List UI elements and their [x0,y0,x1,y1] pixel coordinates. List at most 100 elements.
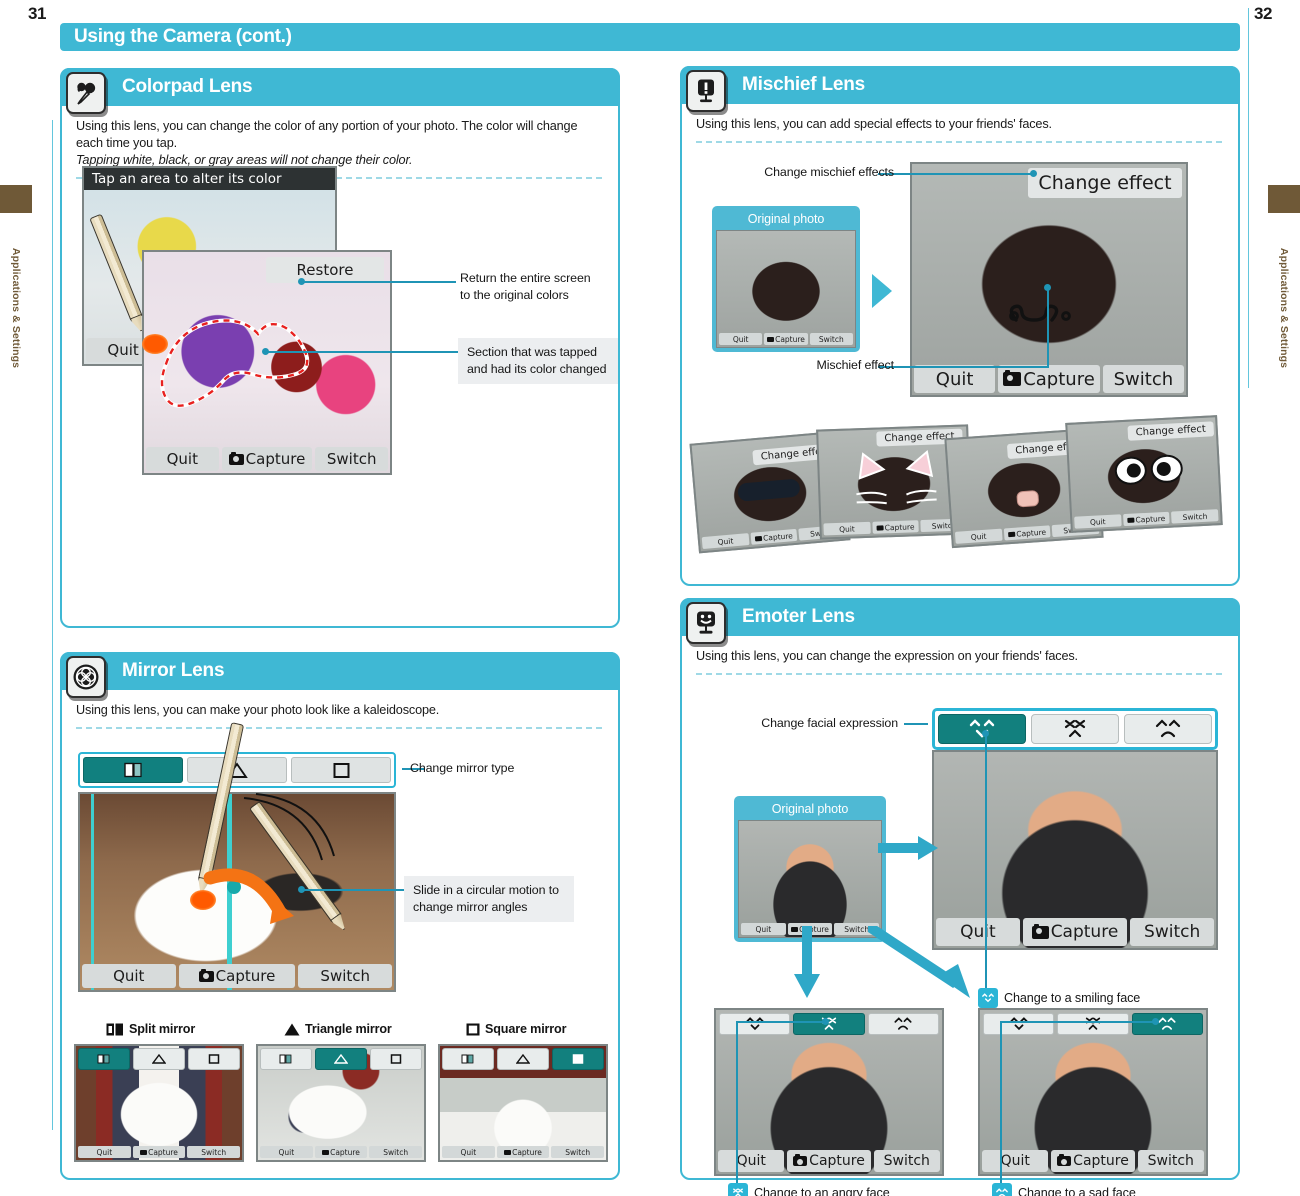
expression-angry-button[interactable] [793,1013,865,1035]
side-tab-label-left: Applications & Settings [10,247,22,369]
switch-button[interactable]: Switch [187,1146,241,1158]
quit-button[interactable]: Quit [741,923,786,935]
mirror-sample-type-bar[interactable] [78,1048,240,1070]
section-callout-text: Section that was tapped and had its colo… [458,338,618,384]
mirror-type-split-button[interactable] [442,1048,494,1070]
mirror-type-triangle-button[interactable] [497,1048,549,1070]
capture-button[interactable]: Capture [314,1146,368,1158]
quit-button[interactable]: Quit [1074,514,1122,529]
capture-button[interactable]: Capture [1003,525,1051,541]
mischief-description: Using this lens, you can add special eff… [696,117,1052,131]
split-mirror-icon [106,1023,123,1035]
quit-button[interactable]: Quit [260,1146,313,1158]
change-effect-button[interactable]: Change effect [1028,168,1182,198]
capture-button[interactable]: Capture [750,528,798,545]
capture-button[interactable]: Capture [1122,511,1170,527]
expression-smiling-button[interactable] [983,1013,1055,1035]
emoter-expression-selector[interactable] [932,708,1218,750]
switch-button[interactable]: Switch [369,1146,423,1158]
switch-button[interactable]: Switch [315,447,388,471]
capture-button[interactable]: Capture [787,1150,871,1172]
quit-button[interactable]: Quit [914,365,996,393]
emoter-expression-selector-angry[interactable] [719,1013,939,1035]
mirror-type-square-button[interactable] [291,757,391,783]
restore-button[interactable]: Restore [266,257,384,283]
pig-nose-effect-icon [1016,490,1040,508]
colorpad-edited-screen: Restore Quit Capture Switch [142,250,392,475]
quit-button[interactable]: Quit [718,1150,785,1172]
capture-button[interactable]: Capture [496,1146,550,1158]
expression-sad-button[interactable] [1131,1013,1203,1035]
switch-button[interactable]: Switch [298,964,392,988]
girl-photo-original [717,231,855,347]
expression-angry-button[interactable] [1057,1013,1129,1035]
mirror-sample-screen-square: Quit Capture Switch [438,1044,608,1162]
sad-callout-hline [1000,1021,1156,1023]
expression-smiling-button[interactable] [938,714,1026,744]
sad-face-icon [992,1183,1012,1196]
switch-button[interactable]: Switch [1137,1150,1205,1172]
camera-icon [322,1149,330,1155]
capture-button[interactable]: Capture [132,1146,186,1158]
quit-button[interactable]: Quit [442,1146,495,1158]
mischief-original-screen: Quit Capture Switch [716,230,856,348]
mirror-type-square-button[interactable] [552,1048,604,1070]
expression-angry-button[interactable] [1031,714,1119,744]
emoter-result-screen-angry: Quit Capture Switch [714,1008,944,1176]
mirror-type-triangle-button[interactable] [315,1048,367,1070]
capture-button[interactable]: Capture [764,333,808,345]
capture-button[interactable]: Capture [1022,918,1128,946]
capture-button[interactable]: Capture [998,365,1100,393]
mischief-effect-callout-vline [1047,288,1049,368]
mischief-divider [696,141,1222,144]
capture-button[interactable]: Capture [1051,1150,1135,1172]
mirror-sample-type-bar[interactable] [442,1048,604,1070]
quit-button[interactable]: Quit [701,533,750,550]
quit-button[interactable]: Quit [78,1146,131,1158]
quit-button[interactable]: Quit [146,447,219,471]
emoter-expression-selector-sad[interactable] [983,1013,1203,1035]
expression-sad-button[interactable] [867,1013,939,1035]
column-rule-left [52,120,53,1130]
capture-button[interactable]: Capture [872,520,920,534]
switch-button[interactable]: Switch [551,1146,605,1158]
switch-button[interactable]: Switch [873,1150,941,1172]
mirror-slide-callout-line [304,889,404,891]
camera-icon [767,336,775,342]
change-effect-callout-text: Change mischief effects [764,165,894,179]
switch-button[interactable]: Switch [1102,365,1184,393]
mirror-sample-type-bar[interactable] [260,1048,422,1070]
emoter-original-panel: Original photo Quit Capture Switch [734,796,886,942]
switch-button[interactable]: Switch [1130,918,1214,946]
emoter-divider [696,673,1222,676]
mischief-lens-header: Mischief Lens [680,66,1240,112]
rotate-guide-arcs [243,793,335,861]
expression-sad-button[interactable] [1124,714,1212,744]
mirror-type-split-button[interactable] [260,1048,312,1070]
section-callout-line [268,351,458,353]
mischief-original-buttons: Quit Capture Switch [717,333,855,347]
quit-button[interactable]: Quit [719,333,763,345]
mirror-type-split-button[interactable] [83,757,183,783]
switch-button[interactable]: Switch [809,333,853,345]
capture-button[interactable]: Capture [221,447,313,471]
mirror-type-split-button[interactable] [78,1048,130,1070]
mischief-lens-title: Mischief Lens [742,74,866,95]
emoter-angry-buttons: Quit Capture Switch [716,1150,942,1174]
capture-button[interactable]: Capture [178,964,296,988]
mischief-effect-callout-hline [878,366,1049,368]
mirror-type-square-button[interactable] [188,1048,240,1070]
quit-button[interactable]: Quit [823,521,871,536]
quit-button[interactable]: Quit [82,964,176,988]
mirror-lens-body: Using this lens, you can make your photo… [62,692,618,1178]
switch-button[interactable]: Switch [1171,509,1219,524]
square-mirror-icon [333,762,349,778]
quit-button[interactable]: Quit [954,528,1003,544]
quit-button[interactable]: Quit [982,1150,1049,1172]
mirror-type-triangle-button[interactable] [187,757,287,783]
mirror-type-square-button[interactable] [370,1048,422,1070]
page-title-banner: Using the Camera (cont.) [60,23,1240,51]
mirror-type-triangle-button[interactable] [133,1048,185,1070]
expression-smiling-button[interactable] [719,1013,791,1035]
emoter-lens-body: Using this lens, you can change the expr… [682,638,1238,1196]
